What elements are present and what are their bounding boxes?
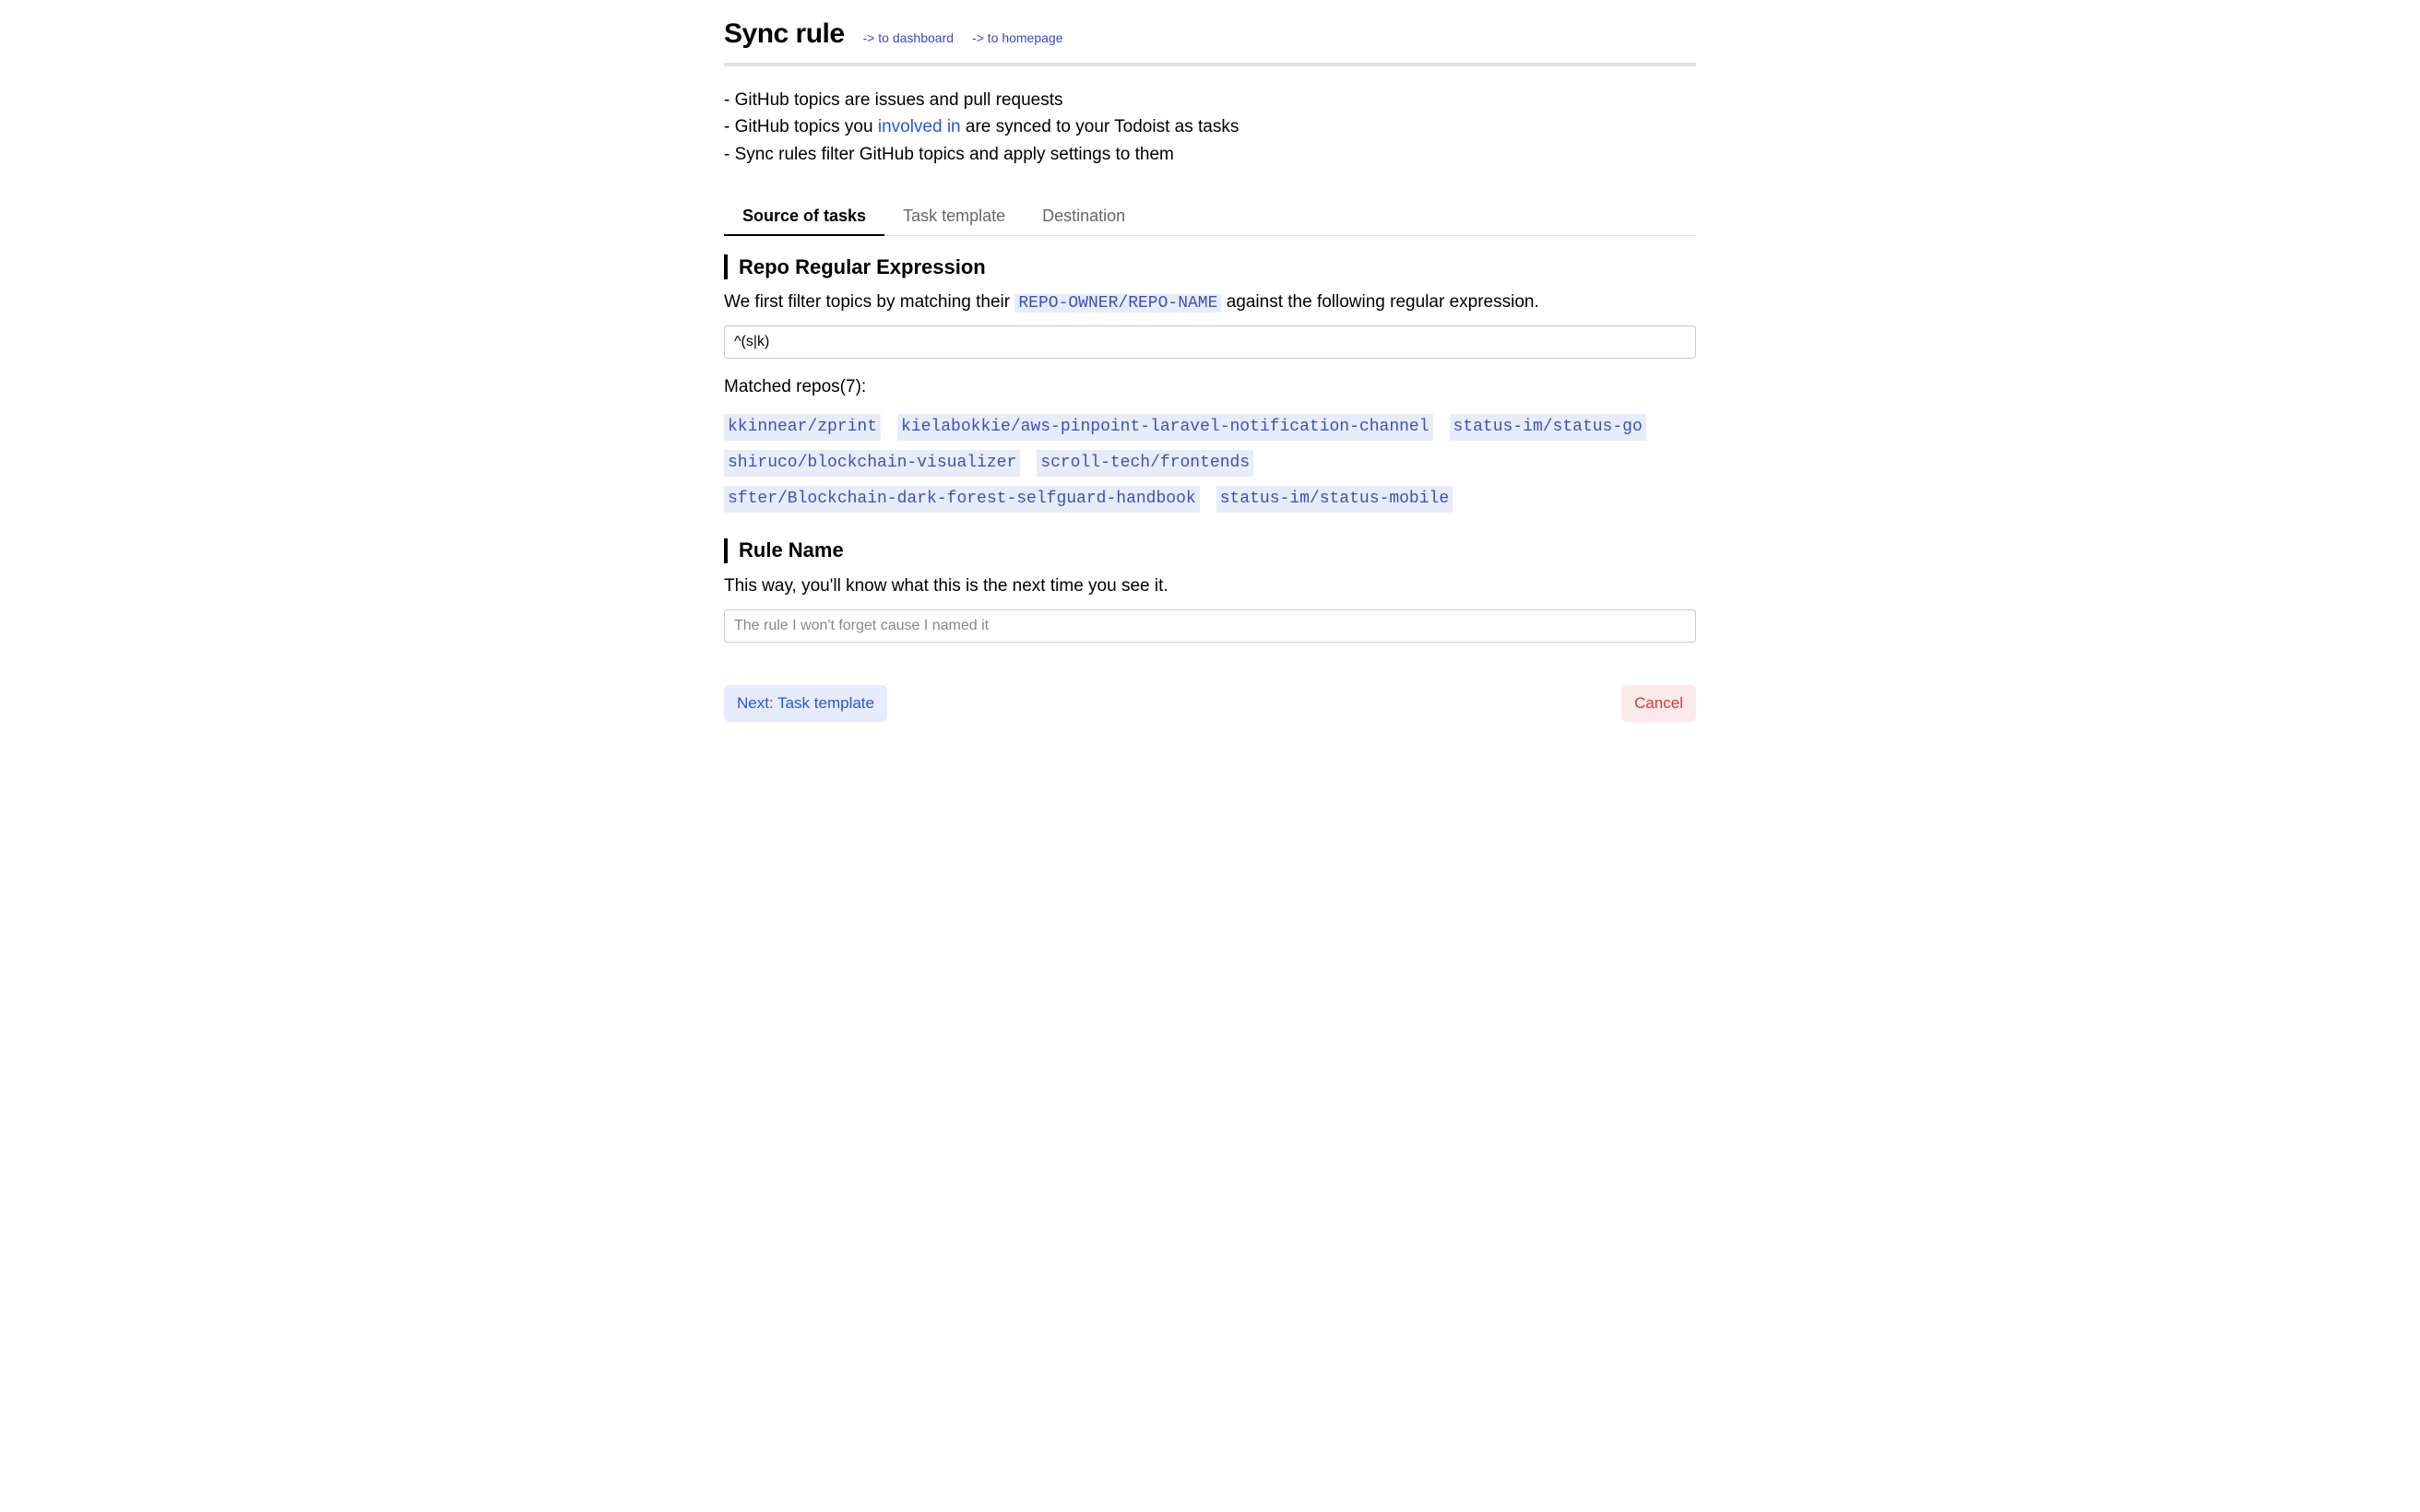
tab-source-of-tasks[interactable]: Source of tasks bbox=[742, 199, 866, 235]
section-heading-rule-name: Rule Name bbox=[724, 538, 1696, 563]
regex-input[interactable] bbox=[724, 325, 1696, 359]
code-repo-owner-name: REPO-OWNER/REPO-NAME bbox=[1014, 294, 1221, 313]
description-block: - GitHub topics are issues and pull requ… bbox=[724, 87, 1696, 168]
rule-name-input[interactable] bbox=[724, 609, 1696, 643]
repo-tag: status-im/status-go bbox=[1450, 414, 1646, 441]
cancel-button[interactable]: Cancel bbox=[1621, 685, 1696, 722]
link-involved-in[interactable]: involved in bbox=[878, 117, 961, 136]
heading-rule-name: Rule Name bbox=[739, 538, 844, 562]
tabs: Source of tasks Task template Destinatio… bbox=[724, 199, 1696, 236]
next-button[interactable]: Next: Task template bbox=[724, 685, 887, 722]
link-homepage[interactable]: -> to homepage bbox=[972, 30, 1062, 45]
rule-name-description: This way, you'll know what this is the n… bbox=[724, 576, 1696, 597]
description-line-1: - GitHub topics are issues and pull requ… bbox=[724, 87, 1696, 113]
repo-tag: kkinnear/zprint bbox=[724, 414, 881, 441]
description-line-3: - Sync rules filter GitHub topics and ap… bbox=[724, 141, 1696, 168]
page-title: Sync rule bbox=[724, 18, 845, 50]
matched-repos-label: Matched repos(7): bbox=[724, 377, 1696, 397]
heading-bar-icon bbox=[724, 538, 728, 563]
heading-bar-icon bbox=[724, 254, 728, 279]
repo-regex-description: We first filter topics by matching their… bbox=[724, 292, 1696, 313]
matched-repos-list: kkinnear/zprint kielabokkie/aws-pinpoint-… bbox=[724, 414, 1696, 512]
section-heading-repo-regex: Repo Regular Expression bbox=[724, 254, 1696, 279]
repo-tag: kielabokkie/aws-pinpoint-laravel-notific… bbox=[897, 414, 1433, 441]
repo-tag: scroll-tech/frontends bbox=[1037, 450, 1253, 477]
repo-tag: status-im/status-mobile bbox=[1216, 486, 1453, 513]
heading-repo-regex: Repo Regular Expression bbox=[739, 255, 986, 279]
description-line-2: - GitHub topics you involved in are sync… bbox=[724, 113, 1696, 140]
repo-tag: sfter/Blockchain-dark-forest-selfguard-h… bbox=[724, 486, 1200, 513]
repo-tag: shiruco/blockchain-visualizer bbox=[724, 450, 1020, 477]
header-divider bbox=[724, 63, 1696, 66]
tab-task-template[interactable]: Task template bbox=[903, 199, 1005, 235]
tab-destination[interactable]: Destination bbox=[1042, 199, 1125, 235]
link-dashboard[interactable]: -> to dashboard bbox=[863, 30, 954, 45]
